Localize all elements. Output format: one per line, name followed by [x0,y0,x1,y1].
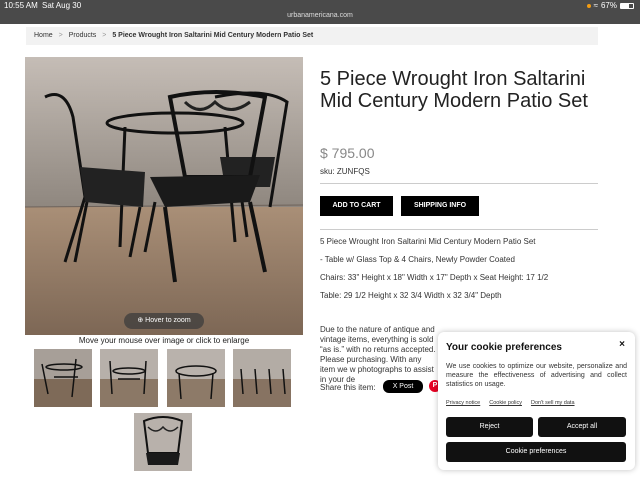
wifi-icon: ≈ [593,1,598,10]
product-title: 5 Piece Wrought Iron Saltarini Mid Centu… [320,68,588,112]
dont-sell-link[interactable]: Don't sell my data [531,400,575,406]
breadcrumb-products[interactable]: Products [69,32,97,39]
thumbnail-photo [167,349,225,407]
breadcrumb-separator: > [58,32,63,39]
address-bar[interactable]: urbanamericana.com [0,12,640,24]
cookie-links: Privacy notice Cookie policy Don't sell … [446,400,575,406]
thumbnail-3[interactable] [167,349,225,407]
cookie-body: We use cookies to optimize our website, … [446,363,627,388]
enlarge-hint: Move your mouse over image or click to e… [78,336,250,345]
patio-set-photo [25,57,303,335]
url-text[interactable]: urbanamericana.com [287,12,353,19]
thumbnail-photo [134,413,192,471]
cookie-policy-link[interactable]: Cookie policy [489,400,522,406]
location-indicator-icon [586,4,591,8]
main-product-image[interactable] [25,57,303,335]
thumbnail-2[interactable] [100,349,158,407]
status-date: Sat Aug 30 [42,1,82,10]
add-to-cart-button[interactable]: ADD TO CART [320,196,393,216]
shipping-info-button[interactable]: SHIPPING INFO [401,196,479,216]
thumbnail-photo [100,349,158,407]
description-line: Table: 29 1/2 Height x 32 3/4 Width x 32… [320,291,502,300]
description-line: 5 Piece Wrought Iron Saltarini Mid Centu… [320,237,536,246]
status-right: ≈ 67% [586,0,634,12]
battery-icon [620,3,634,9]
divider [320,183,598,184]
thumbnail-photo [34,349,92,407]
thumbnail-1[interactable] [34,349,92,407]
thumbnail-photo [233,349,291,407]
description-line: - Table w/ Glass Top & 4 Chairs, Newly P… [320,255,515,264]
cookie-title: Your cookie preferences [446,342,562,353]
breadcrumb-separator: > [102,32,107,39]
product-price: $ 795.00 [320,145,375,161]
share-label: Share this item: [320,383,376,392]
reject-button[interactable]: Reject [446,417,533,437]
breadcrumb-current: 5 Piece Wrought Iron Saltarini Mid Centu… [112,32,314,39]
privacy-notice-link[interactable]: Privacy notice [446,400,480,406]
breadcrumb: Home > Products > 5 Piece Wrought Iron S… [26,27,598,45]
divider [320,229,598,230]
status-time: 10:55 AM [4,1,38,10]
close-icon[interactable]: × [619,339,625,350]
hover-to-zoom-badge: ⊕ Hover to zoom [124,313,204,329]
cookie-preferences-button[interactable]: Cookie preferences [446,442,626,462]
product-sku: sku: ZUNFQS [320,167,370,176]
as-is-note: Due to the nature of antique and vintage… [320,325,436,384]
breadcrumb-home[interactable]: Home [34,32,53,39]
x-post-button[interactable]: X Post [383,380,423,393]
cookie-dialog: Your cookie preferences × We use cookies… [438,332,635,470]
status-bar: 10:55 AM Sat Aug 30 ≈ 67% [0,0,640,12]
battery-percent: 67% [600,1,617,10]
thumbnail-4[interactable] [233,349,291,407]
thumbnail-5[interactable] [134,413,192,471]
accept-all-button[interactable]: Accept all [538,417,626,437]
description-line: Chairs: 33" Height x 18" Width x 17" Dep… [320,273,549,282]
